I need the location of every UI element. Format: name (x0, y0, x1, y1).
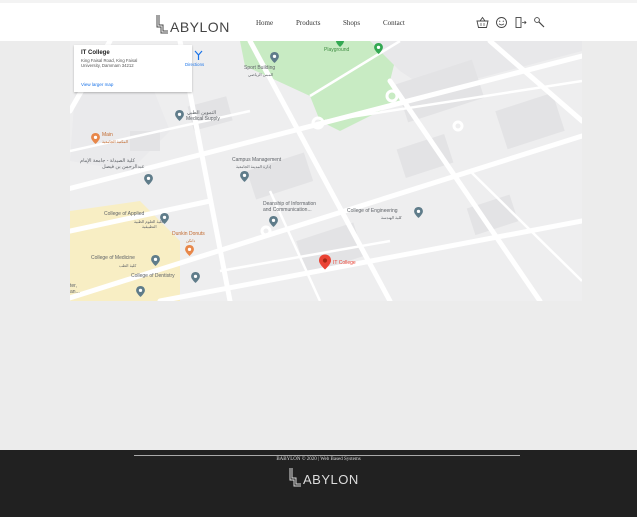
park-pin-icon[interactable] (374, 43, 383, 54)
college-medicine-label: College of Medicine (91, 255, 135, 261)
medical-supply-label: Medical Supply (186, 116, 220, 122)
it-college-label: IT College (333, 260, 356, 266)
nav-home-link[interactable]: Home (256, 19, 273, 27)
campus-management-label: Campus Management (232, 157, 282, 163)
place-title: IT College (81, 50, 110, 56)
site-logo[interactable]: ABYLON (155, 12, 230, 34)
place-address-line2: University, Dammam 34212 (81, 63, 134, 68)
map-info-card: IT College King Faisal Road, King Faisal… (74, 45, 204, 92)
imam-ar-label-2: عبدالرحمن بن فيصل (102, 164, 145, 170)
babylon-logo-mark-icon (288, 467, 302, 487)
college-engineering-pin-icon[interactable] (414, 207, 423, 218)
header-icons (476, 16, 546, 29)
college-dentistry-label: College of Dentistry (131, 273, 175, 279)
smiley-icon[interactable] (495, 16, 508, 29)
directions-icon[interactable] (194, 50, 203, 61)
directions-link[interactable]: Directions (185, 62, 204, 67)
campus-management-pin-icon[interactable] (240, 171, 249, 182)
college-engineering-label: College of Engineering (347, 208, 398, 214)
nav-contact-link[interactable]: Contact (383, 19, 405, 27)
college-medicine-ar-label: كلية الطب (119, 263, 137, 268)
it-college-location-pin-icon[interactable] (319, 254, 331, 270)
footer-divider (134, 455, 520, 456)
sport-building-ar-label: المبنى الرياضي (248, 72, 274, 77)
college-applied-label: College of Applied (104, 211, 145, 217)
footer-copyright: BABYLON © 2020 | Web Based Systems (276, 457, 361, 462)
main-library-pin-icon[interactable] (91, 133, 100, 144)
view-larger-map-link[interactable]: View larger map (81, 82, 113, 87)
site-footer: BABYLON © 2020 | Web Based Systems ABYLO… (0, 450, 637, 517)
footer-logo-text: ABYLON (303, 472, 359, 487)
dunkin-ar-label: دانكن (186, 238, 196, 243)
dunkin-label: Dunkin Donuts (172, 231, 205, 237)
sport-building-label: Sport Building (244, 65, 276, 71)
nav-shops-link[interactable]: Shops (343, 19, 360, 27)
babylon-logo-mark-icon (155, 14, 169, 34)
edge-label-2: an... (70, 289, 80, 295)
dunkin-pin-icon[interactable] (185, 245, 194, 256)
deanship-pin-icon[interactable] (269, 216, 278, 227)
poi-pin-icon[interactable] (136, 286, 145, 297)
main-library-label: Main (102, 132, 113, 138)
sign-in-icon[interactable] (514, 16, 527, 29)
college-medicine-pin-icon[interactable] (151, 255, 160, 266)
wrench-icon[interactable] (533, 16, 546, 29)
college-engineering-ar-label: كلية الهندسة (381, 215, 402, 220)
footer-logo[interactable]: ABYLON (288, 467, 359, 487)
playground-label: Playground (324, 47, 350, 53)
sport-building-pin-icon[interactable] (270, 52, 279, 63)
nav-products-link[interactable]: Products (296, 19, 321, 27)
site-header: ABYLON Home Products Shops Contact (0, 0, 637, 41)
main-library-ar-label: المكتبة الجامعية (102, 139, 129, 144)
imam-pin-icon[interactable] (144, 174, 153, 185)
campus-management-ar-label: إدارة المدينة الجامعية (236, 164, 272, 169)
basket-icon[interactable] (476, 16, 489, 29)
medical-supply-pin-icon[interactable] (175, 110, 184, 121)
logo-text: ABYLON (170, 19, 230, 35)
college-applied-ar-label-2: التطبيقية (142, 224, 157, 229)
college-dentistry-pin-icon[interactable] (191, 272, 200, 283)
deanship-label-2: and Communication... (263, 207, 312, 213)
